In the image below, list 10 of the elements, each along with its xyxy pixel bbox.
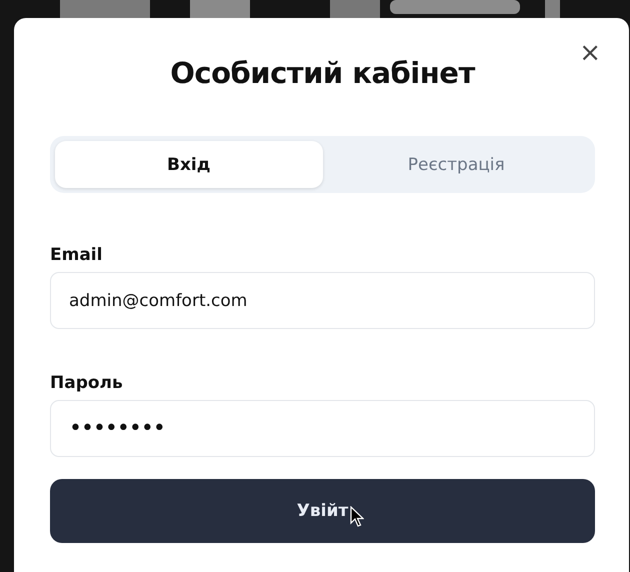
field-label: Email [50,245,104,265]
email-field[interactable]: admin@comfort.com [50,272,595,329]
dialog-title: Особистий кабінет [169,56,476,90]
login-button[interactable]: Увійт [50,479,595,543]
pointer-cursor-icon [350,506,364,528]
close-button[interactable]: × [575,40,605,66]
field-label: Пароль [50,373,124,393]
tab[interactable]: Реєстрація [322,141,590,188]
password-field[interactable]: •••••••• [50,400,595,457]
tab[interactable]: Вхід [55,141,322,188]
